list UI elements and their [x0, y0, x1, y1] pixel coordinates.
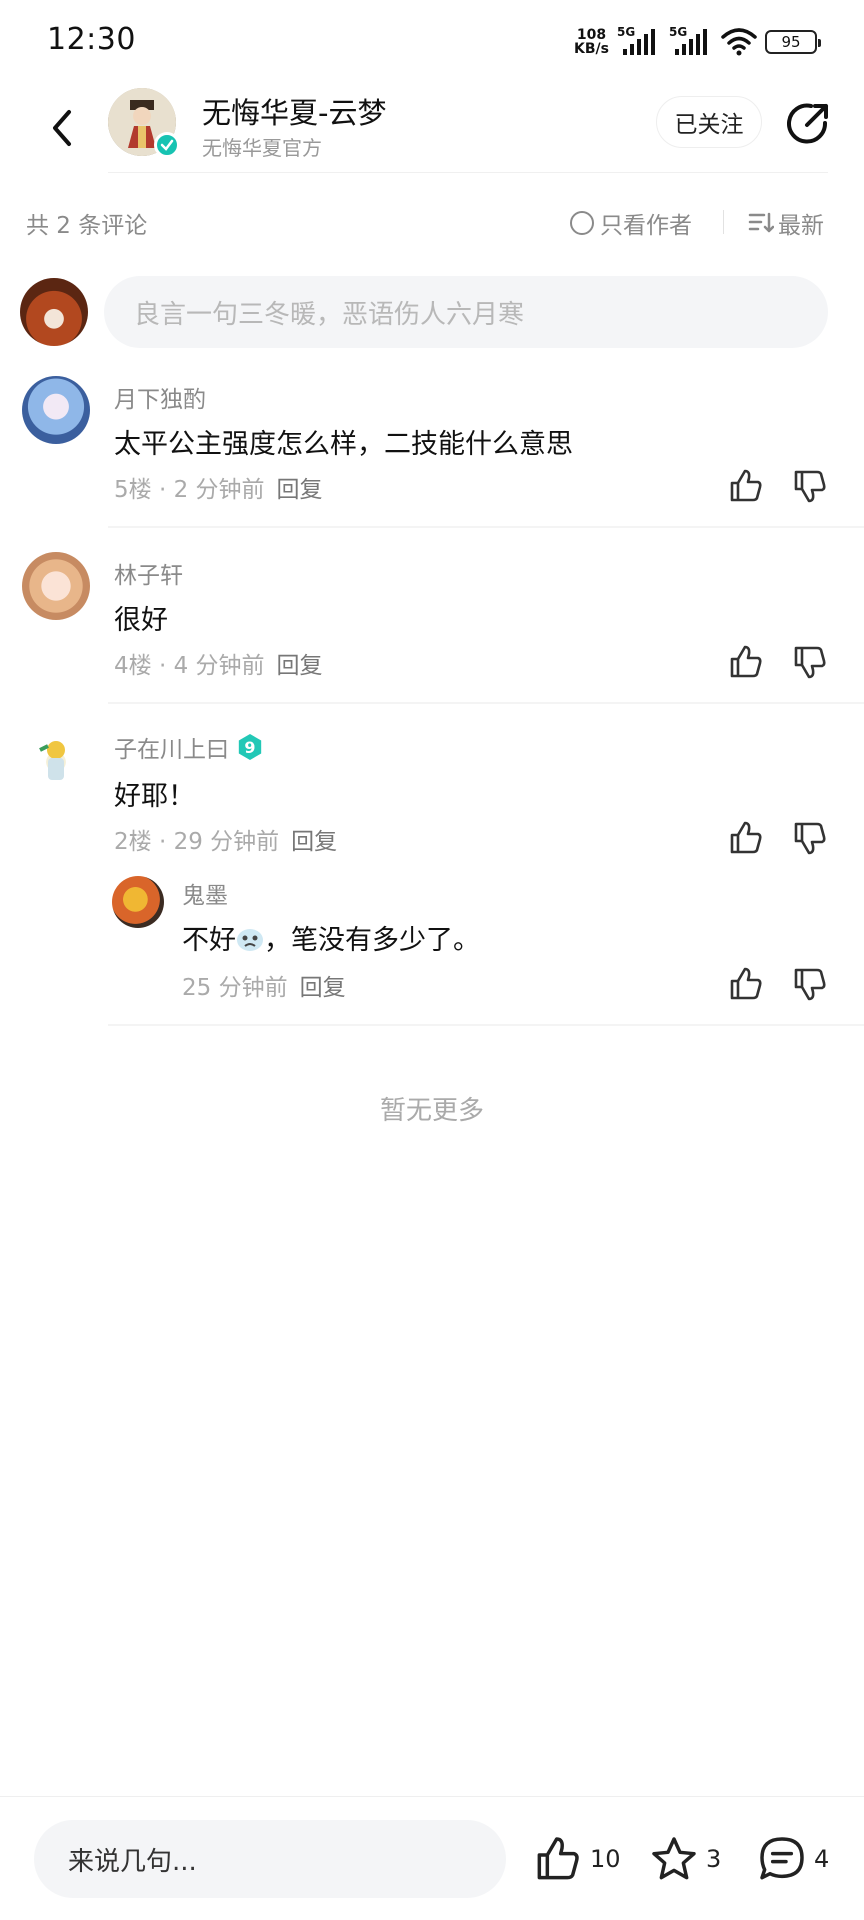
commenter-avatar[interactable]: [22, 376, 90, 444]
level-badge: 9: [238, 734, 262, 760]
thumb-up-icon: [730, 469, 762, 502]
sort-label: 最新: [778, 213, 824, 239]
comment-divider: [108, 1024, 864, 1026]
radio-icon: [570, 211, 594, 235]
author-only-toggle[interactable]: 只看作者: [570, 206, 692, 240]
no-more-label: 暂无更多: [379, 1096, 484, 1126]
thumb-down-icon: [794, 968, 826, 1001]
comment-divider: [108, 526, 864, 528]
comment-meta: 2楼 · 29 分钟前 回复: [114, 829, 338, 855]
sort-icon: [748, 212, 774, 233]
reply-user-name[interactable]: 鬼墨: [182, 876, 228, 910]
commenter-name[interactable]: 林子轩: [114, 556, 183, 590]
commenter-avatar[interactable]: [22, 552, 90, 620]
thumb-up-icon: [537, 1837, 579, 1880]
comment-meta: 5楼 · 2 分钟前 回复: [114, 477, 323, 503]
back-button[interactable]: [38, 100, 86, 156]
filter-separator: [723, 210, 724, 234]
favorite-action[interactable]: 3: [650, 1834, 721, 1884]
dislike-button[interactable]: [790, 818, 830, 858]
commenter-name[interactable]: 月下独酌: [114, 380, 206, 414]
comment-count-bottom: 4: [814, 1845, 830, 1873]
like-action[interactable]: 10: [534, 1834, 621, 1884]
thumb-up-icon: [730, 821, 762, 854]
header: 无悔华夏-云梦 无悔华夏官方 已关注: [0, 84, 864, 174]
thumb-down-icon: [794, 822, 826, 855]
dislike-button[interactable]: [790, 466, 830, 506]
like-button[interactable]: [726, 466, 766, 506]
author-name[interactable]: 无悔华夏-云梦: [202, 90, 386, 132]
network-speed: 108 KB/s: [574, 27, 609, 57]
comment-text: 好耶！: [114, 781, 195, 812]
follow-button[interactable]: 已关注: [656, 96, 762, 148]
like-button[interactable]: [726, 964, 766, 1004]
comment-text: 太平公主强度怎么样，二技能什么意思: [114, 429, 573, 460]
star-count: 3: [706, 1845, 722, 1873]
status-bar: 12:30 108 KB/s 5G 5G 95: [0, 0, 864, 80]
reply-meta: 25 分钟前 回复: [182, 975, 346, 1001]
avatar-figure: [39, 741, 65, 780]
dislike-button[interactable]: [790, 964, 830, 1004]
filter-bar: 共 2 条评论 只看作者 最新: [26, 202, 838, 242]
bottom-comment-input[interactable]: 来说几句...: [34, 1820, 506, 1898]
comment-action[interactable]: 4: [758, 1834, 829, 1884]
sort-button[interactable]: 最新: [748, 206, 824, 240]
author-subtitle: 无悔华夏官方: [202, 136, 322, 160]
thumb-up-icon: [730, 645, 762, 678]
reply-button[interactable]: 回复: [291, 829, 337, 855]
reply-text: 不好 ，笔没有多少了。: [182, 925, 480, 956]
status-indicators: 108 KB/s 5G 5G 95: [574, 24, 821, 60]
thumb-up-icon: [730, 967, 762, 1000]
author-only-label: 只看作者: [600, 213, 692, 239]
comment-count: 共 2 条评论: [26, 213, 148, 239]
comment-input[interactable]: 良言一句三冬暖，恶语伤人六月寒: [104, 276, 828, 348]
header-divider: [108, 172, 828, 173]
commenter-avatar[interactable]: [22, 728, 90, 796]
author-avatar[interactable]: [108, 88, 180, 158]
signal-1: 5G: [617, 25, 661, 57]
verified-icon: [154, 132, 180, 158]
back-icon: [53, 110, 71, 146]
reply-avatar[interactable]: [112, 876, 164, 928]
battery-indicator: 95: [765, 30, 821, 54]
reply-button[interactable]: 回复: [277, 477, 323, 503]
comment-icon: [760, 1837, 804, 1880]
bottom-divider: [0, 1796, 864, 1797]
reply-button[interactable]: 回复: [300, 975, 346, 1001]
thumb-down-icon: [794, 470, 826, 503]
like-button[interactable]: [726, 818, 766, 858]
like-count: 10: [590, 1845, 621, 1873]
thumb-down-icon: [794, 646, 826, 679]
comment-text: 很好: [114, 605, 168, 636]
share-button[interactable]: [784, 100, 832, 148]
like-button[interactable]: [726, 642, 766, 682]
status-time: 12:30: [47, 22, 136, 57]
wifi-icon: [721, 28, 757, 56]
my-avatar: [20, 278, 88, 346]
commenter-name: 子在川上曰 9: [114, 730, 263, 764]
signal-2: 5G: [669, 25, 713, 57]
comment-divider: [108, 702, 864, 704]
crying-emoji-icon: [237, 929, 263, 951]
comment-meta: 4楼 · 4 分钟前 回复: [114, 653, 323, 679]
star-icon: [652, 1837, 696, 1880]
share-icon: [787, 103, 828, 144]
dislike-button[interactable]: [790, 642, 830, 682]
reply-button[interactable]: 回复: [277, 653, 323, 679]
